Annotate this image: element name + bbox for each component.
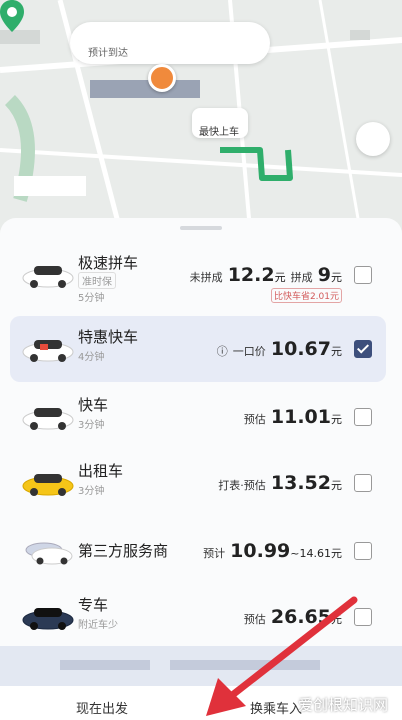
ride-name: 特惠快车 <box>78 328 139 346</box>
discount-badge: 比快车省2.01元 <box>270 288 342 303</box>
ride-tag: 准时保 <box>78 272 116 289</box>
blurred-label <box>0 30 40 44</box>
price-unit: 元 <box>331 345 342 358</box>
car-icon <box>22 408 74 430</box>
ride-checkbox[interactable] <box>354 474 372 492</box>
ride-name: 专车 <box>78 596 109 614</box>
sheet-handle[interactable] <box>180 226 222 230</box>
info-icon[interactable]: ⓘ <box>217 345 228 358</box>
ride-eta: 4分钟 <box>78 352 105 363</box>
destination-bubble[interactable]: 预计到达 <box>70 22 270 64</box>
ride-price: 预计 10.99~14.61元 <box>203 540 342 562</box>
ride-option-express-pool[interactable]: 极速拼车 准时保 5分钟 未拼成 12.2元 拼成 9元 比快车省2.01元 <box>10 242 386 308</box>
price-value: 13.52 <box>270 472 331 494</box>
price2-prefix: 拼成 <box>290 271 313 284</box>
blurred-text <box>60 660 150 670</box>
pickup-bubble[interactable]: 最快上车 <box>192 108 248 138</box>
locate-button[interactable] <box>356 122 390 156</box>
price-prefix: 一口价 <box>232 345 266 358</box>
cars-icon <box>25 542 73 565</box>
eta-label: 预计到达 <box>88 48 128 59</box>
price-value: 11.01 <box>270 406 331 428</box>
ride-price: 预估 11.01元 <box>244 406 342 428</box>
price-unit: 元 <box>331 479 342 492</box>
price-value: 12.2 <box>227 264 275 286</box>
map-view[interactable]: 预计到达 最快上车 <box>0 0 402 230</box>
price-value: 10.99 <box>230 540 291 562</box>
ride-eta: 3分钟 <box>78 420 105 431</box>
ride-option-taxi[interactable]: 出租车 3分钟 打表·预估 13.52元 <box>10 450 386 516</box>
blurred-label <box>14 176 86 196</box>
ride-name: 极速拼车 <box>78 254 139 272</box>
ride-checkbox[interactable] <box>354 542 372 560</box>
price-value: 10.67 <box>270 338 331 360</box>
ride-price: 未拼成 12.2元 拼成 9元 <box>190 264 342 286</box>
ride-option-third-party[interactable]: 第三方服务商 预计 10.99~14.61元 <box>10 518 386 584</box>
ride-name: 出租车 <box>78 462 124 480</box>
ride-checkbox[interactable] <box>354 340 372 358</box>
ride-name: 快车 <box>78 396 109 414</box>
price2-unit: 元 <box>331 271 342 284</box>
price-prefix: 预估 <box>243 413 266 426</box>
blurred-label <box>350 30 370 40</box>
taxi-icon <box>22 474 74 496</box>
blurred-label <box>90 80 200 98</box>
price-unit: 元 <box>331 547 342 560</box>
price-prefix: 打表·预估 <box>218 479 266 492</box>
price-prefix: 预计 <box>203 547 226 560</box>
ride-eta: 附近车少 <box>78 620 118 631</box>
ride-checkbox[interactable] <box>354 408 372 426</box>
ride-price: 打表·预估 13.52元 <box>218 472 342 494</box>
destination-pin-icon <box>148 64 176 92</box>
depart-time-button[interactable]: 现在出发 <box>76 698 128 717</box>
ride-price: ⓘ 一口价 10.67元 <box>217 338 342 360</box>
car-icon <box>22 266 74 288</box>
car-icon <box>22 340 74 362</box>
ride-eta: 5分钟 <box>78 293 105 304</box>
ride-option-discount-express[interactable]: 特惠快车 4分钟 ⓘ 一口价 10.67元 <box>10 316 386 382</box>
red-arrow-annotation <box>206 596 358 716</box>
ride-checkbox[interactable] <box>354 266 372 284</box>
pickup-label: 最快上车 <box>199 127 239 138</box>
price-unit: 元 <box>331 413 342 426</box>
price-unit: 元 <box>274 271 286 284</box>
ride-name: 第三方服务商 <box>78 542 169 560</box>
car-icon <box>22 608 74 630</box>
price-prefix: 未拼成 <box>189 271 223 284</box>
price2-value: 9 <box>317 264 331 286</box>
price-range: ~14.61 <box>290 547 331 560</box>
ride-eta: 3分钟 <box>78 486 105 497</box>
ride-option-express[interactable]: 快车 3分钟 预估 11.01元 <box>10 384 386 450</box>
pickup-pin-icon <box>0 0 24 32</box>
